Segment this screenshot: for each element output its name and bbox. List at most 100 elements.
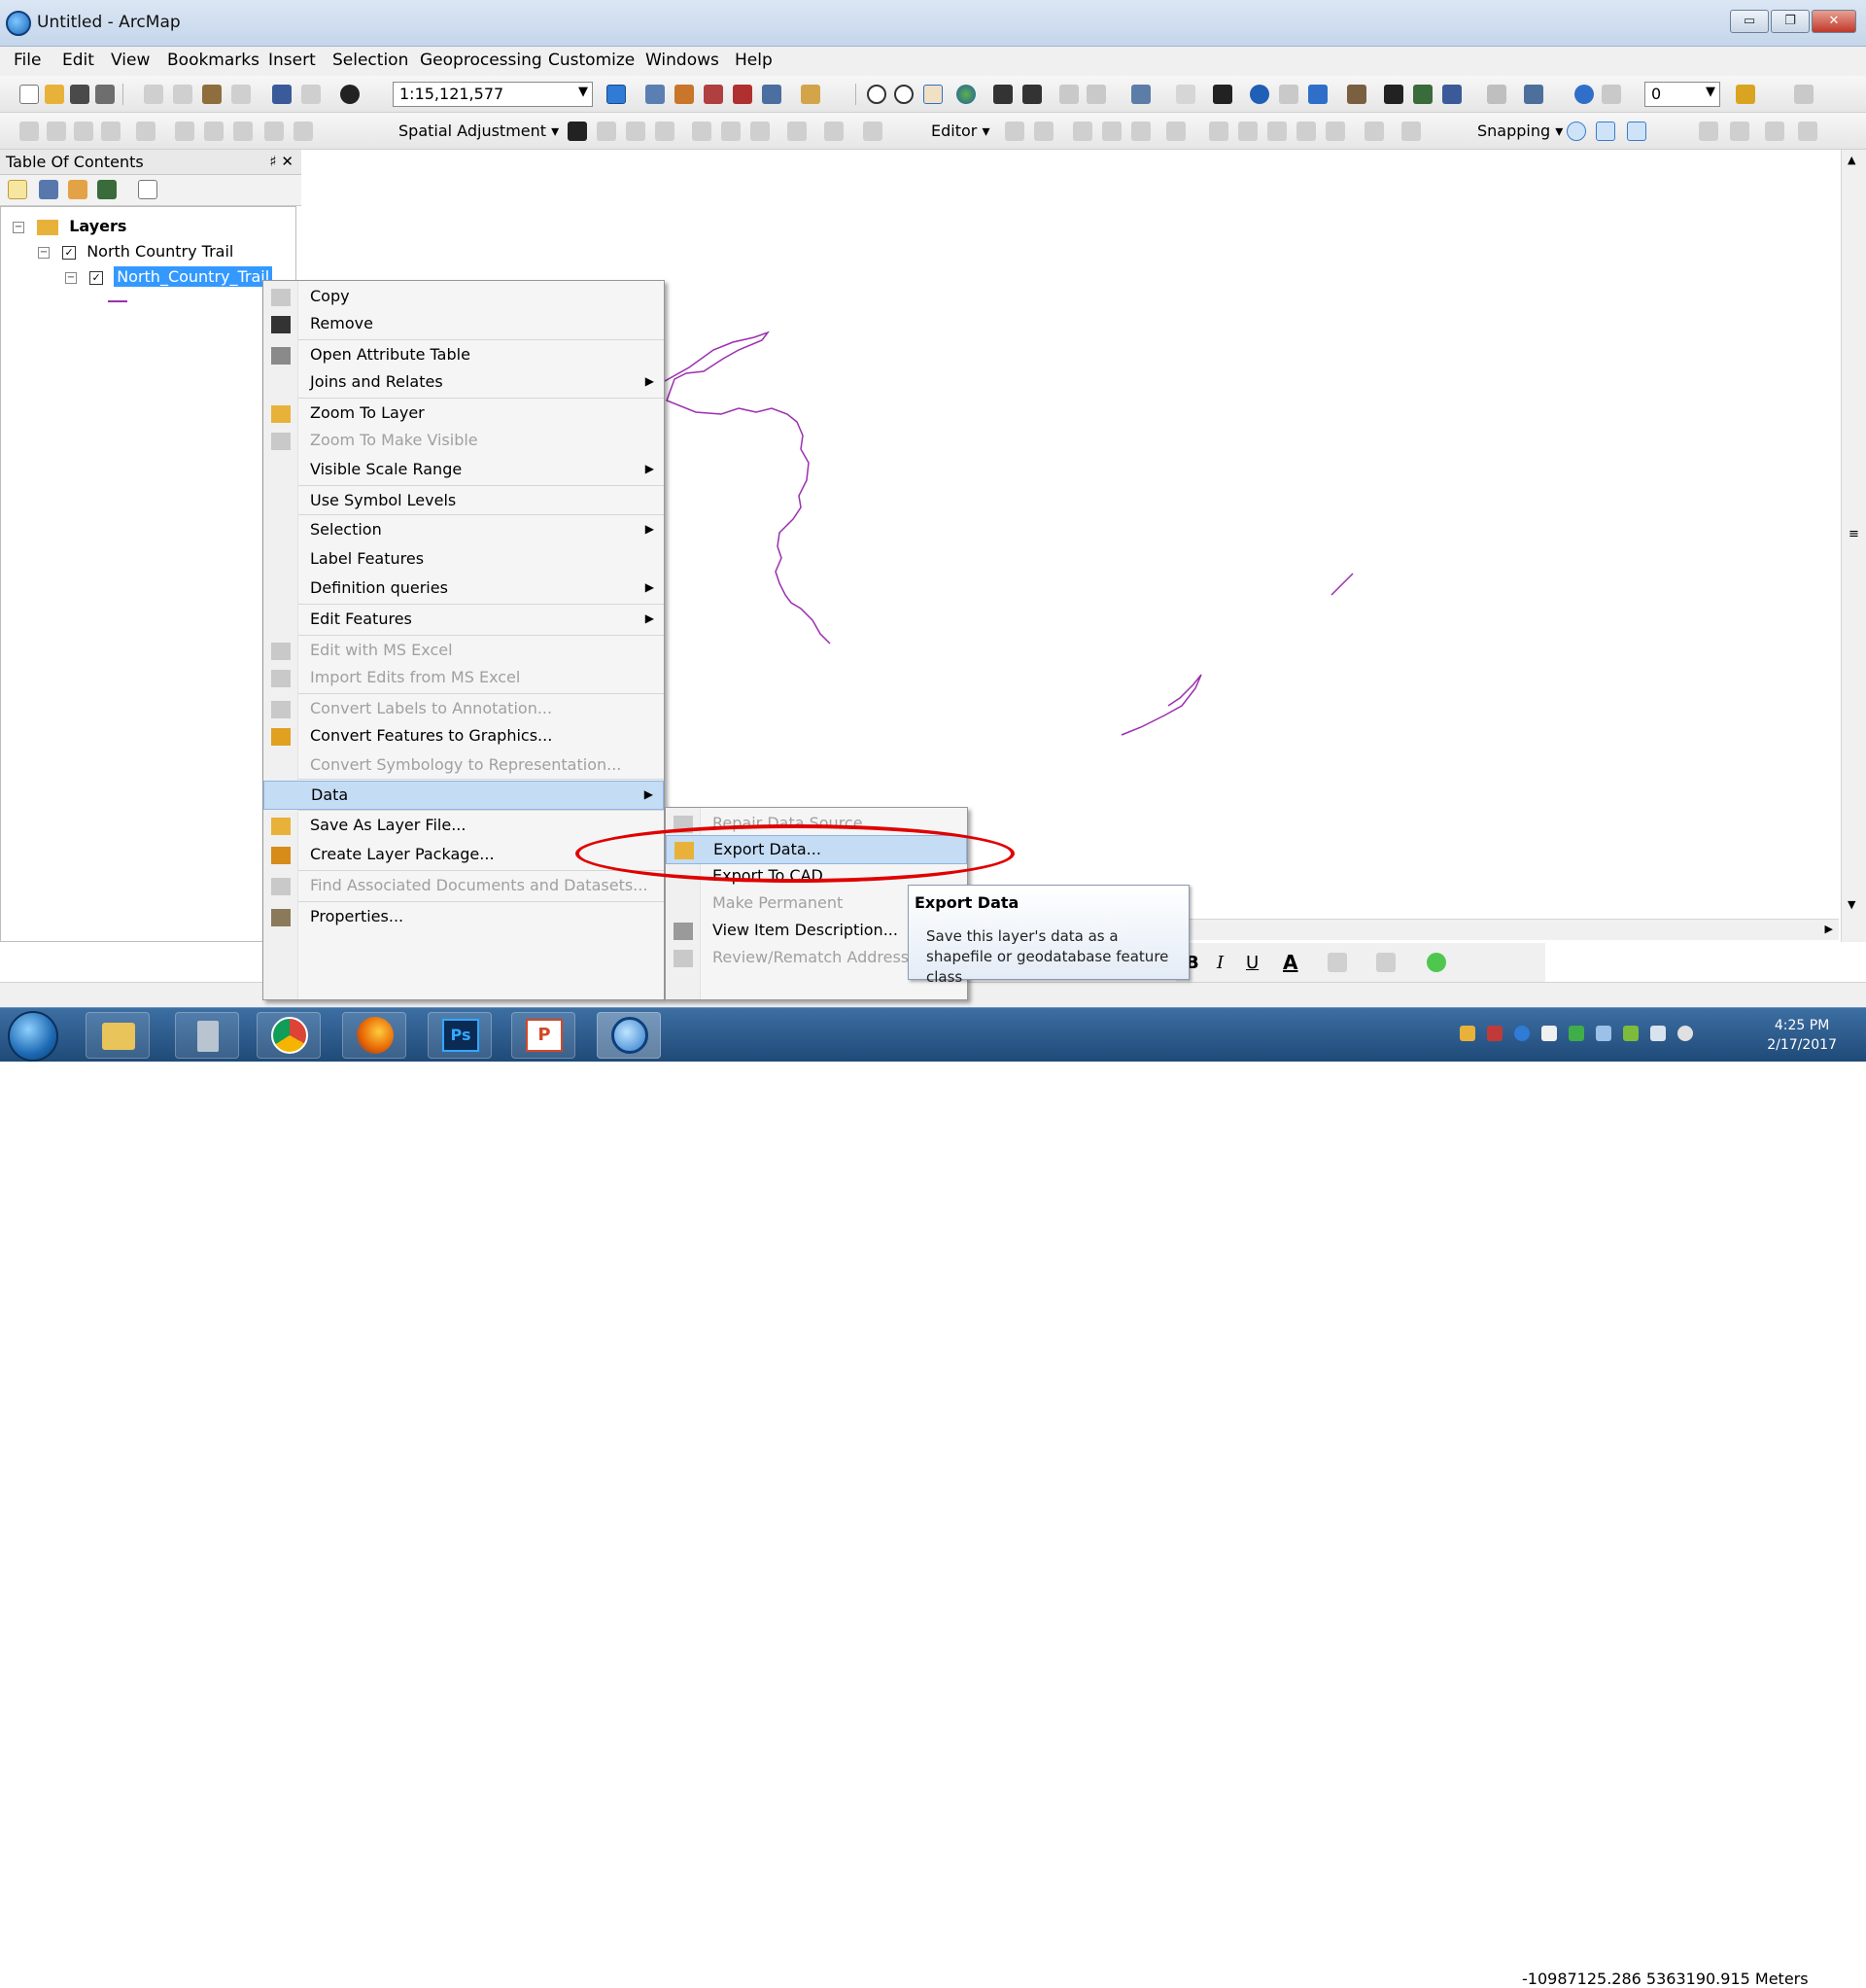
- search-window-icon[interactable]: [704, 85, 723, 104]
- menu-item-visible-scale-range[interactable]: Visible Scale Range ▶: [263, 456, 664, 485]
- html-popup-icon[interactable]: [1308, 85, 1328, 104]
- tray-display-icon[interactable]: [1650, 1026, 1666, 1041]
- menu-item-use-symbol-levels[interactable]: Use Symbol Levels: [263, 487, 664, 516]
- back-extent-icon[interactable]: [1059, 85, 1079, 104]
- edit-tool-icon[interactable]: [1005, 122, 1024, 141]
- pin-close-icon[interactable]: ♯ ✕: [269, 153, 294, 170]
- trace-edit-icon[interactable]: [1131, 122, 1151, 141]
- scroll-up-icon[interactable]: ▲: [1848, 154, 1855, 166]
- maximize-button[interactable]: ❐: [1771, 10, 1810, 33]
- vertex-icon[interactable]: [204, 122, 224, 141]
- menu-bookmarks[interactable]: Bookmarks: [167, 51, 259, 70]
- save-icon[interactable]: [70, 85, 89, 104]
- delete-icon[interactable]: [231, 85, 251, 104]
- arctoolbox-icon[interactable]: [733, 85, 752, 104]
- full-extent-icon[interactable]: [956, 85, 976, 104]
- tray-app-icon[interactable]: [1487, 1026, 1503, 1041]
- tray-shield-icon[interactable]: [1460, 1026, 1475, 1041]
- collapse-icon[interactable]: −: [38, 246, 50, 259]
- select-edit-icon[interactable]: [568, 122, 587, 141]
- font-color-button[interactable]: A: [1283, 951, 1297, 974]
- menu-item-definition-queries[interactable]: Definition queries ▶: [263, 575, 664, 604]
- hyperlink-icon[interactable]: [1279, 85, 1298, 104]
- preview-icon[interactable]: [863, 122, 882, 141]
- edit-vertices-icon[interactable]: [1209, 122, 1228, 141]
- menu-item-selection[interactable]: Selection ▶: [263, 516, 664, 545]
- menu-selection[interactable]: Selection: [332, 51, 408, 70]
- menu-item-label-features[interactable]: Label Features: [263, 545, 664, 575]
- scroll-right-icon[interactable]: ▶: [1825, 923, 1833, 935]
- help-icon[interactable]: [1574, 85, 1594, 104]
- split-icon[interactable]: [1296, 122, 1316, 141]
- go-to-xy-icon[interactable]: [1442, 85, 1462, 104]
- list-by-visibility-icon[interactable]: [68, 180, 87, 199]
- editor-menu[interactable]: Editor ▾: [931, 122, 989, 140]
- vertical-scrollbar[interactable]: ▲ ≡ ▼: [1841, 150, 1866, 942]
- time-slider-icon[interactable]: [1487, 85, 1506, 104]
- shift-icon[interactable]: [101, 122, 121, 141]
- end-snapping-icon[interactable]: [1596, 122, 1615, 141]
- pan-icon[interactable]: [923, 85, 943, 104]
- options-icon[interactable]: [138, 180, 157, 199]
- fill-color-icon[interactable]: [1328, 953, 1347, 972]
- rotate-icon[interactable]: [74, 122, 93, 141]
- snapping-menu[interactable]: Snapping ▾: [1477, 122, 1563, 140]
- firefox-icon[interactable]: [342, 1012, 406, 1059]
- arcmap-taskbar-icon[interactable]: [597, 1012, 661, 1059]
- menu-item-edit-features[interactable]: Edit Features ▶: [263, 606, 664, 635]
- cut-polygons-icon[interactable]: [1267, 122, 1287, 141]
- map-scale-combobox[interactable]: 1:15,121,577 ▼: [393, 82, 593, 107]
- menu-item-joins-and-relates[interactable]: Joins and Relates ▶: [263, 368, 664, 398]
- calculator-icon[interactable]: [175, 1012, 239, 1059]
- photoshop-icon[interactable]: Ps: [428, 1012, 492, 1059]
- open-icon[interactable]: [45, 85, 64, 104]
- select-features-icon[interactable]: [1131, 85, 1151, 104]
- sketch-properties-icon[interactable]: [1401, 122, 1421, 141]
- tray-flag-icon[interactable]: [1541, 1026, 1557, 1041]
- adjust-link-icon[interactable]: [136, 122, 156, 141]
- contents-help-icon[interactable]: [1602, 85, 1621, 104]
- list-by-selection-icon[interactable]: [97, 180, 117, 199]
- python-window-icon[interactable]: [762, 85, 781, 104]
- cogo-icon[interactable]: [233, 122, 253, 141]
- limit-adjust-icon[interactable]: [721, 122, 741, 141]
- toc-group-row[interactable]: − ✓ North Country Trail: [38, 242, 233, 261]
- marker-color-icon[interactable]: [1427, 953, 1446, 972]
- rotate-edit-icon[interactable]: [1326, 122, 1345, 141]
- chevron-down-icon[interactable]: ▼: [578, 85, 588, 99]
- edge-match-icon[interactable]: [787, 122, 807, 141]
- menu-item-remove[interactable]: Remove: [263, 310, 664, 339]
- layer-combobox[interactable]: 0 ▼: [1644, 82, 1720, 107]
- toc-layers-row[interactable]: − Layers: [13, 217, 126, 235]
- paste-icon[interactable]: [202, 85, 222, 104]
- collapse-icon[interactable]: −: [65, 271, 77, 284]
- flag-icon[interactable]: [1736, 85, 1755, 104]
- straight-segment-icon[interactable]: [1073, 122, 1092, 141]
- rubbersheet-icon[interactable]: [824, 122, 844, 141]
- topology-icon[interactable]: [175, 122, 194, 141]
- menu-edit[interactable]: Edit: [62, 51, 94, 70]
- cut-icon[interactable]: [144, 85, 163, 104]
- create-viewer-icon[interactable]: [1524, 85, 1543, 104]
- point-snapping-icon[interactable]: [1567, 122, 1586, 141]
- link-table-icon[interactable]: [692, 122, 711, 141]
- menu-item-save-as-layer-file[interactable]: Save As Layer File...: [263, 812, 664, 841]
- menu-item-open-attribute-table[interactable]: Open Attribute Table: [263, 341, 664, 370]
- chrome-icon[interactable]: [257, 1012, 321, 1059]
- select-elements-icon[interactable]: [1213, 85, 1232, 104]
- menu-view[interactable]: View: [111, 51, 150, 70]
- print-icon[interactable]: [95, 85, 115, 104]
- menu-item-data[interactable]: Data ▶: [263, 781, 664, 810]
- attribute-transfer-icon[interactable]: [750, 122, 770, 141]
- menu-item-zoom-to-layer[interactable]: Zoom To Layer: [263, 400, 664, 429]
- clock[interactable]: 4:25 PM 2/17/2017: [1767, 1016, 1837, 1055]
- copy-toolbar-icon[interactable]: [173, 85, 192, 104]
- trace-icon[interactable]: [294, 122, 313, 141]
- extension-icon[interactable]: [1794, 85, 1814, 104]
- forward-extent-icon[interactable]: [1087, 85, 1106, 104]
- powerpoint-icon[interactable]: P: [511, 1012, 575, 1059]
- list-by-source-icon[interactable]: [39, 180, 58, 199]
- fixed-zoom-in-icon[interactable]: [993, 85, 1013, 104]
- catalog-icon[interactable]: [674, 85, 694, 104]
- menu-customize[interactable]: Customize: [548, 51, 635, 70]
